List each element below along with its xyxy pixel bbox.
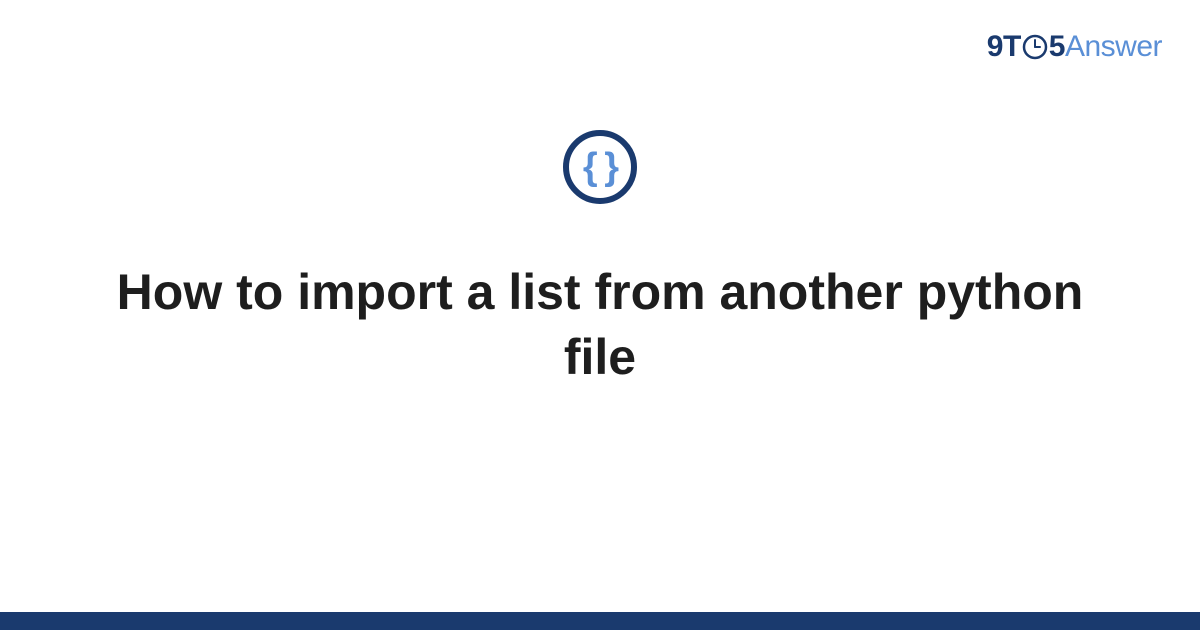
logo-five: 5 [1049, 30, 1065, 64]
braces-glyph: { } [583, 146, 617, 189]
logo-answer: Answer [1065, 30, 1162, 64]
logo-t: T [1003, 30, 1021, 64]
site-logo: 9 T 5 Answer [987, 30, 1162, 64]
page-title: How to import a list from another python… [0, 260, 1200, 390]
bottom-accent-bar [0, 612, 1200, 630]
clock-icon [1022, 34, 1048, 60]
logo-nine: 9 [987, 30, 1003, 64]
code-braces-icon: { } [563, 130, 637, 204]
